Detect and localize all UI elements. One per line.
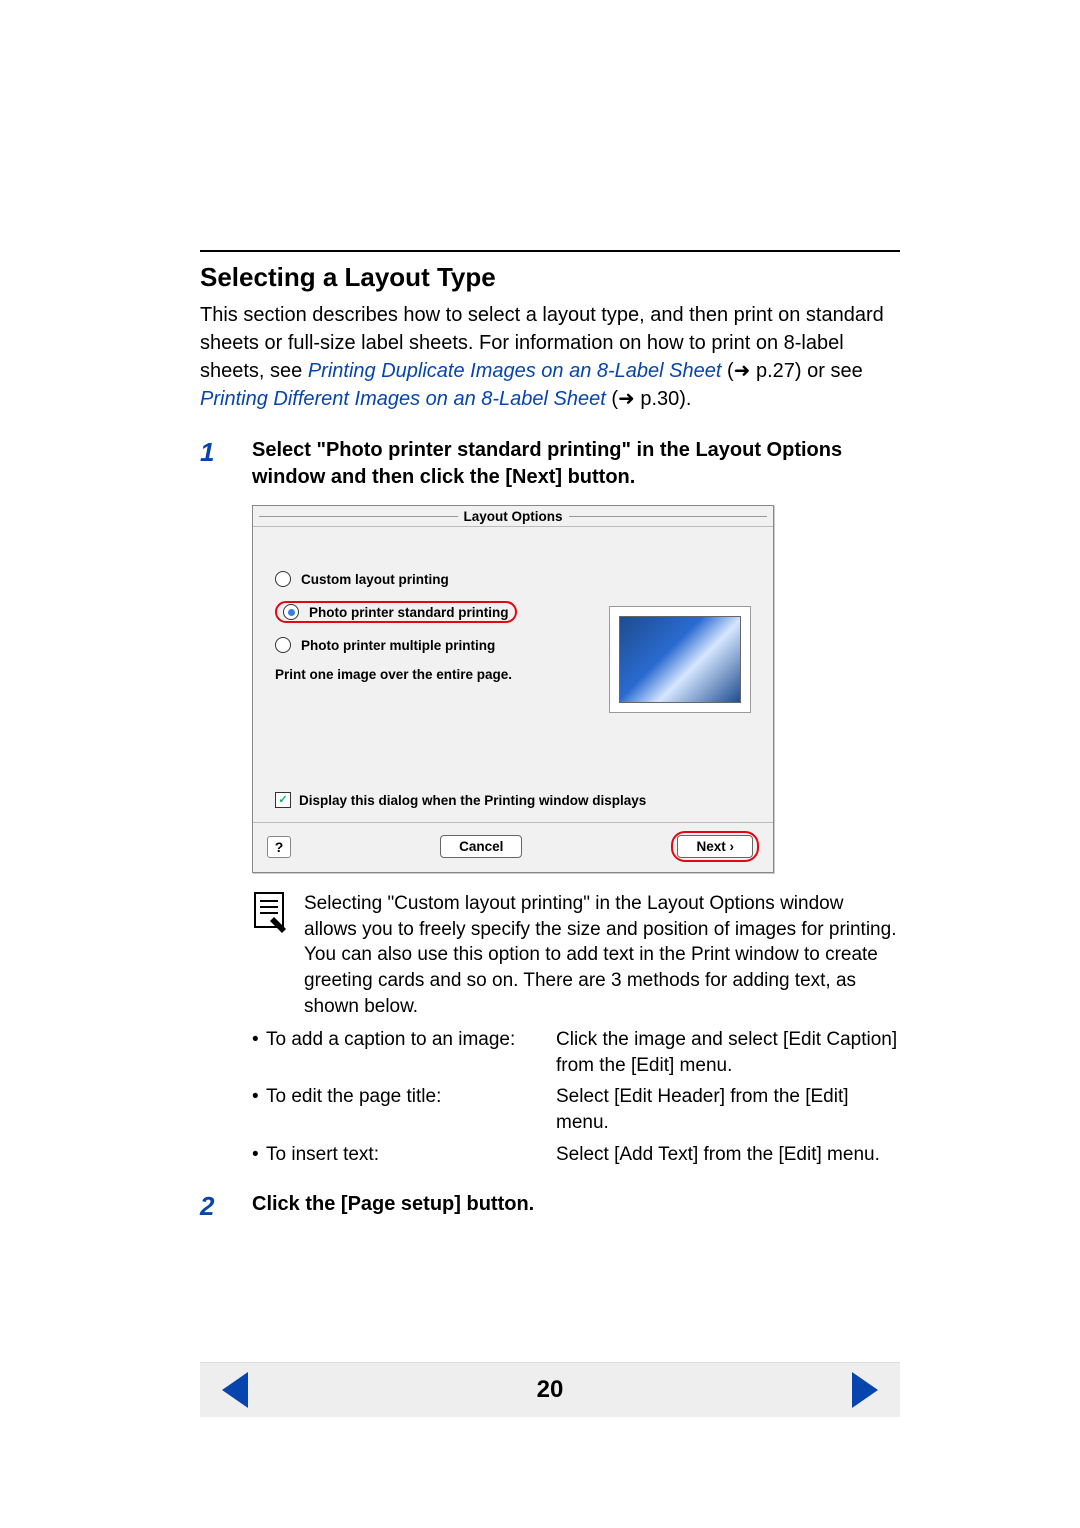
intro-text-2: (➜ p.27) or see bbox=[727, 360, 863, 382]
xref-link-duplicate[interactable]: Printing Duplicate Images on an 8-Label … bbox=[308, 360, 722, 382]
page-number: 20 bbox=[537, 1376, 564, 1404]
radio-icon bbox=[283, 604, 299, 620]
bullet-1-value: Click the image and select [Edit Caption… bbox=[556, 1027, 900, 1078]
dialog-body: Custom layout printing Photo printer sta… bbox=[253, 527, 773, 822]
step-number-1: 1 bbox=[200, 437, 252, 468]
step-2: 2 Click the [Page setup] button. bbox=[200, 1191, 900, 1222]
step-number-2: 2 bbox=[200, 1191, 252, 1222]
note-text: Selecting "Custom layout printing" in th… bbox=[304, 891, 900, 1019]
preview-image bbox=[619, 616, 741, 703]
checkbox-label: Display this dialog when the Printing wi… bbox=[299, 793, 646, 808]
bullet-dot-icon: • bbox=[252, 1142, 266, 1168]
bullet-dot-icon: • bbox=[252, 1084, 266, 1135]
preview-panel bbox=[609, 606, 751, 713]
prev-page-button[interactable] bbox=[222, 1372, 248, 1408]
radio-label: Custom layout printing bbox=[301, 572, 449, 587]
intro-paragraph: This section describes how to select a l… bbox=[200, 301, 900, 413]
intro-text-3: (➜ p.30). bbox=[611, 388, 691, 410]
dialog-title: Layout Options bbox=[464, 509, 563, 524]
help-button[interactable]: ? bbox=[267, 836, 291, 858]
step-2-text: Click the [Page setup] button. bbox=[252, 1191, 900, 1218]
dialog-button-row: ? Cancel Next › bbox=[253, 822, 773, 872]
section-title: Selecting a Layout Type bbox=[200, 262, 900, 293]
show-dialog-checkbox[interactable]: ✓ Display this dialog when the Printing … bbox=[275, 792, 751, 808]
bullet-3: • To insert text: Select [Add Text] from… bbox=[252, 1142, 900, 1168]
title-rule bbox=[200, 250, 900, 252]
bullet-3-label: To insert text: bbox=[266, 1142, 556, 1168]
step-1: 1 Select "Photo printer standard printin… bbox=[200, 437, 900, 491]
radio-custom-layout[interactable]: Custom layout printing bbox=[275, 571, 751, 587]
bullet-3-value: Select [Add Text] from the [Edit] menu. bbox=[556, 1142, 900, 1168]
checkbox-icon: ✓ bbox=[275, 792, 291, 808]
xref-link-different[interactable]: Printing Different Images on an 8-Label … bbox=[200, 388, 606, 410]
note-icon bbox=[252, 891, 290, 935]
note-block: Selecting "Custom layout printing" in th… bbox=[252, 891, 900, 1019]
bullet-2-value: Select [Edit Header] from the [Edit] men… bbox=[556, 1084, 900, 1135]
callout-highlight: Photo printer standard printing bbox=[275, 601, 517, 623]
bullet-dot-icon: • bbox=[252, 1027, 266, 1078]
bullet-2: • To edit the page title: Select [Edit H… bbox=[252, 1084, 900, 1135]
radio-icon bbox=[275, 571, 291, 587]
bullet-1-label: To add a caption to an image: bbox=[266, 1027, 556, 1078]
callout-highlight-next: Next › bbox=[671, 831, 759, 862]
next-button[interactable]: Next › bbox=[677, 835, 753, 858]
bullet-2-label: To edit the page title: bbox=[266, 1084, 556, 1135]
document-page: Selecting a Layout Type This section des… bbox=[0, 0, 1080, 1477]
dialog-title-bar: Layout Options bbox=[253, 506, 773, 527]
next-page-button[interactable] bbox=[852, 1372, 878, 1408]
radio-label: Photo printer multiple printing bbox=[301, 638, 495, 653]
cancel-button[interactable]: Cancel bbox=[440, 835, 522, 858]
bullet-list: • To add a caption to an image: Click th… bbox=[252, 1027, 900, 1167]
step-1-text: Select "Photo printer standard printing"… bbox=[252, 437, 900, 491]
bullet-1: • To add a caption to an image: Click th… bbox=[252, 1027, 900, 1078]
layout-options-dialog: Layout Options Custom layout printing Ph… bbox=[252, 505, 774, 873]
footer-nav: 20 bbox=[200, 1362, 900, 1417]
radio-label: Photo printer standard printing bbox=[309, 605, 509, 620]
radio-icon bbox=[275, 637, 291, 653]
